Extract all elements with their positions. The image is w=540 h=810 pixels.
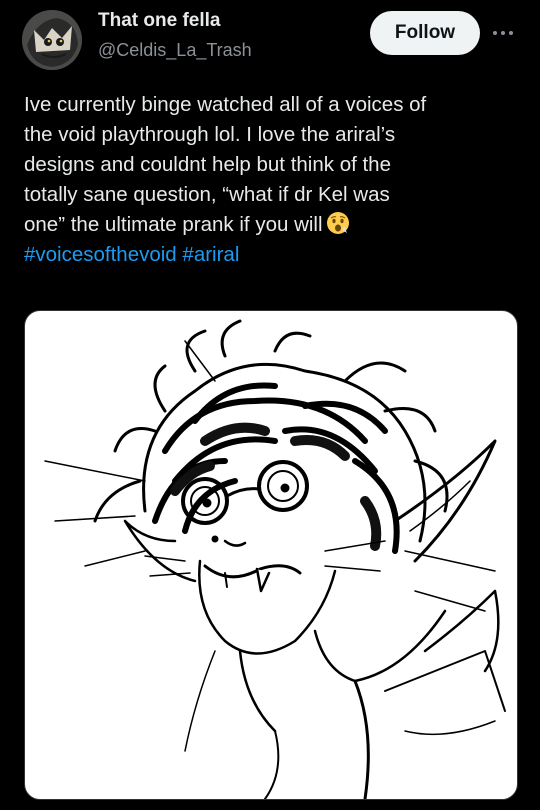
hashtags-line: #voicesofthevoid #ariral bbox=[24, 240, 524, 270]
avatar-image bbox=[22, 10, 82, 70]
tweet-line: Ive currently binge watched all of a voi… bbox=[24, 93, 427, 116]
more-options-icon[interactable] bbox=[490, 20, 516, 46]
hashtag-link[interactable]: #ariral bbox=[182, 243, 239, 266]
tweet-line: the void playthrough lol. I love the ari… bbox=[24, 123, 396, 146]
author-handle[interactable]: @Celdis_La_Trash bbox=[98, 40, 252, 61]
tweet-line: designs and couldnt help but think of th… bbox=[24, 153, 391, 176]
avatar[interactable] bbox=[22, 10, 82, 70]
tweet-text: Ive currently binge watched all of a voi… bbox=[24, 90, 524, 270]
hashtag-link[interactable]: #voicesofthevoid bbox=[24, 243, 177, 266]
sketch-image bbox=[44, 319, 506, 799]
tweet-media-image[interactable] bbox=[24, 310, 518, 800]
face-with-open-mouth-emoji-icon bbox=[326, 211, 350, 235]
follow-button[interactable]: Follow bbox=[370, 11, 480, 55]
tweet-line: one” the ultimate prank if you will bbox=[24, 213, 323, 236]
tweet-line: totally sane question, “what if dr Kel w… bbox=[24, 183, 390, 206]
author-display-name[interactable]: That one fella bbox=[98, 10, 220, 32]
tweet-line-with-emoji: one” the ultimate prank if you will bbox=[24, 210, 524, 240]
